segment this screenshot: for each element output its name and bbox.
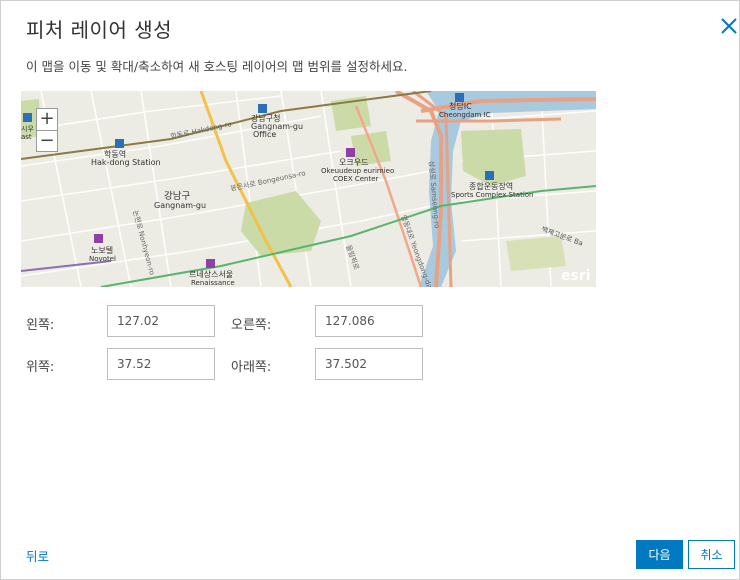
back-link[interactable]: 뒤로: [26, 546, 49, 565]
zoom-out-button[interactable]: −: [37, 131, 57, 152]
map-label: Renaissance: [191, 279, 235, 287]
map-label: 종합운동장역: [469, 181, 513, 191]
map-label: Gangnam-gu: [154, 201, 206, 210]
map-label: 노보텔: [91, 246, 113, 255]
dialog-title: 피처 레이어 생성: [26, 18, 173, 42]
map-label: Office: [253, 130, 276, 139]
cancel-button[interactable]: 취소: [688, 540, 735, 569]
map-label: Novotel: [89, 255, 116, 263]
top-label: 위쪽:: [26, 360, 55, 375]
map-label: Hak-dong Station: [91, 158, 161, 167]
right-input[interactable]: [315, 305, 423, 337]
right-label: 오른쪽:: [231, 318, 272, 333]
esri-attribution: esri: [561, 268, 591, 284]
map-label: 르네상스서울: [189, 269, 233, 279]
top-input[interactable]: [107, 348, 215, 380]
bottom-input[interactable]: [315, 348, 423, 380]
close-icon[interactable]: [718, 15, 740, 37]
map-label: ast: [21, 133, 32, 141]
map-canvas: 강남구청 Gangnam-gu Office 학동역 Hak-dong Stat…: [21, 91, 596, 287]
next-button[interactable]: 다음: [636, 540, 683, 569]
map-label: Cheongdam IC: [439, 111, 491, 119]
map-label: Sports Complex Station: [451, 191, 533, 199]
extent-map[interactable]: 강남구청 Gangnam-gu Office 학동역 Hak-dong Stat…: [21, 91, 596, 287]
create-feature-layer-dialog: 피처 레이어 생성 이 맵을 이동 및 확대/축소하여 새 호스팅 레이어의 맵…: [0, 0, 740, 580]
zoom-in-button[interactable]: +: [37, 109, 57, 131]
left-label: 왼쪽:: [26, 318, 55, 333]
map-label: 청담IC: [449, 101, 472, 111]
bottom-label: 아래쪽:: [231, 360, 272, 375]
dialog-instructions: 이 맵을 이동 및 확대/축소하여 새 호스팅 레이어의 맵 범위를 설정하세요…: [26, 59, 408, 74]
map-label: 시우: [21, 125, 34, 133]
map-label: COEX Center: [333, 175, 379, 183]
map-label: Okeuudeup eurimieo: [321, 167, 394, 175]
left-input[interactable]: [107, 305, 215, 337]
map-label: 오크우드: [339, 158, 368, 167]
zoom-control: + −: [36, 108, 58, 152]
